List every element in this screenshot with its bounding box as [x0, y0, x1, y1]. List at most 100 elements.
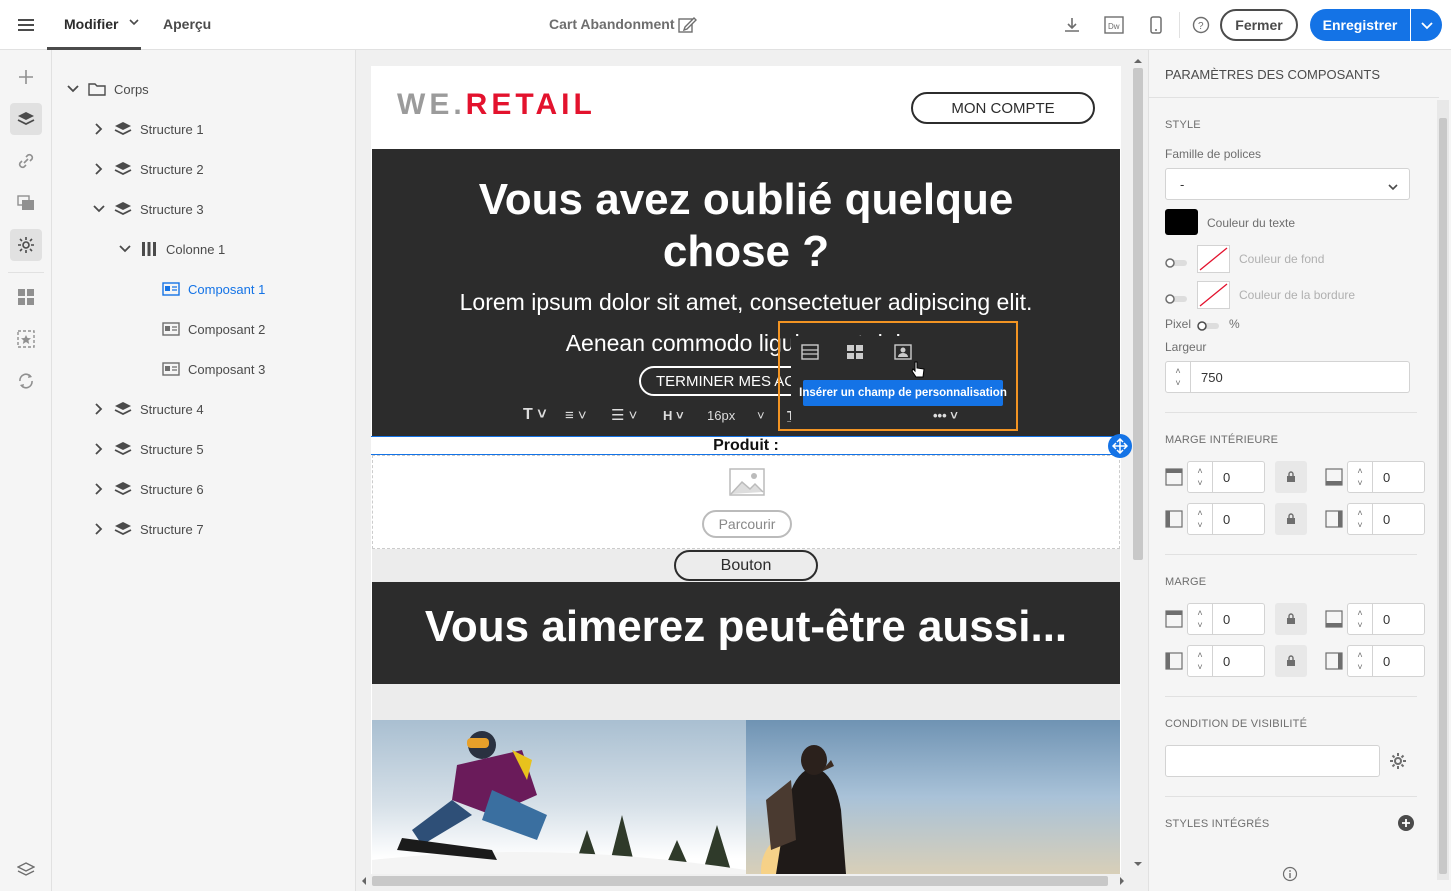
- padding-stepper[interactable]: ˄ ˅: [1347, 503, 1373, 535]
- border-color-swatch[interactable]: [1197, 281, 1230, 309]
- dreamweaver-icon[interactable]: Dw: [1101, 12, 1127, 38]
- browse-button[interactable]: Parcourir: [702, 510, 792, 538]
- lock-icon[interactable]: [1275, 603, 1307, 635]
- sync-icon[interactable]: [10, 365, 42, 397]
- image-library-icon[interactable]: [10, 187, 42, 219]
- tree-node-structure[interactable]: Structure 2: [92, 159, 204, 179]
- chevron-right-icon[interactable]: [92, 163, 106, 175]
- padding-input[interactable]: 0: [1373, 503, 1425, 535]
- settings-layers-icon[interactable]: [10, 854, 42, 886]
- close-button[interactable]: Fermer: [1220, 9, 1298, 41]
- tree-node-component[interactable]: Composant 3: [162, 359, 265, 379]
- unit-toggle[interactable]: [1197, 319, 1221, 334]
- heading-icon[interactable]: H ˅: [663, 408, 707, 423]
- layers-icon[interactable]: [10, 103, 42, 135]
- tree-node-component[interactable]: Composant 1: [162, 279, 265, 299]
- border-color-toggle[interactable]: [1165, 292, 1189, 307]
- margin-input[interactable]: 0: [1213, 603, 1265, 635]
- margin-input[interactable]: 0: [1373, 645, 1425, 677]
- tree-node-structure[interactable]: Structure 6: [92, 479, 204, 499]
- help-icon[interactable]: ?: [1188, 12, 1214, 38]
- product-label[interactable]: Produit :: [372, 437, 1120, 455]
- chevron-right-icon[interactable]: [92, 523, 106, 535]
- tree-node-structure[interactable]: Structure 7: [92, 519, 204, 539]
- component-icon: [162, 281, 180, 297]
- dynamic-content-icon[interactable]: [10, 323, 42, 355]
- account-button[interactable]: MON COMPTE: [911, 92, 1095, 124]
- edit-title-icon[interactable]: [678, 15, 698, 38]
- snowboard-image[interactable]: [372, 720, 746, 874]
- save-options-button[interactable]: [1411, 9, 1442, 41]
- chevron-right-icon[interactable]: [92, 443, 106, 455]
- download-icon[interactable]: [1059, 12, 1085, 38]
- margin-input[interactable]: 0: [1373, 603, 1425, 635]
- chevron-right-icon[interactable]: [92, 483, 106, 495]
- align-icon[interactable]: ≡ ˅: [565, 407, 611, 424]
- gear-icon[interactable]: [1389, 752, 1407, 773]
- padding-side-icon: [1325, 468, 1343, 486]
- font-family-label: Famille de polices: [1165, 147, 1262, 161]
- chevron-down-icon[interactable]: [129, 15, 139, 30]
- padding-input[interactable]: 0: [1373, 461, 1425, 493]
- tree-node-component[interactable]: Composant 2: [162, 319, 265, 339]
- width-stepper[interactable]: ˄ ˅: [1165, 361, 1191, 393]
- horizontal-scrollbar[interactable]: [358, 874, 1128, 888]
- tree-node-structure[interactable]: Structure 4: [92, 399, 204, 419]
- list-icon[interactable]: ☰ ˅: [611, 406, 663, 424]
- visibility-condition-input[interactable]: [1165, 745, 1380, 777]
- vertical-scrollbar[interactable]: [1131, 56, 1145, 876]
- chevron-down-icon[interactable]: [92, 205, 106, 213]
- section-title[interactable]: Vous aimerez peut-être aussi...: [372, 602, 1120, 652]
- tab-preview[interactable]: Aperçu: [163, 16, 211, 32]
- tree-node-structure[interactable]: Structure 1: [92, 119, 204, 139]
- chevron-down-icon[interactable]: [66, 85, 80, 93]
- menu-icon[interactable]: [13, 12, 39, 38]
- margin-input[interactable]: 0: [1213, 645, 1265, 677]
- padding-stepper[interactable]: ˄ ˅: [1187, 503, 1213, 535]
- padding-input[interactable]: 0: [1213, 461, 1265, 493]
- personalization-icon[interactable]: [10, 229, 42, 261]
- margin-stepper[interactable]: ˄ ˅: [1347, 603, 1373, 635]
- margin-stepper[interactable]: ˄ ˅: [1187, 645, 1213, 677]
- tree-node-structure[interactable]: Structure 3: [92, 199, 204, 219]
- email-button[interactable]: Bouton: [674, 550, 818, 581]
- lock-icon[interactable]: [1275, 461, 1307, 493]
- link-icon[interactable]: [10, 145, 42, 177]
- tree-node-body[interactable]: Corps: [66, 79, 149, 99]
- structure-icon: [114, 401, 132, 417]
- lock-icon[interactable]: [1275, 645, 1307, 677]
- info-icon[interactable]: [1282, 866, 1298, 885]
- tab-edit[interactable]: Modifier: [64, 16, 118, 32]
- chevron-right-icon[interactable]: [92, 403, 106, 415]
- padding-stepper[interactable]: ˄ ˅: [1347, 461, 1373, 493]
- divider: [1165, 554, 1417, 555]
- font-family-select[interactable]: -: [1165, 168, 1410, 200]
- bg-color-swatch[interactable]: [1197, 245, 1230, 273]
- chevron-down-icon[interactable]: [118, 245, 132, 253]
- top-bar: Modifier Aperçu Cart Abandonment Dw ? Fe…: [0, 0, 1451, 50]
- text-style-icon[interactable]: T ˅: [523, 406, 565, 424]
- add-icon[interactable]: [10, 61, 42, 93]
- padding-stepper[interactable]: ˄ ˅: [1187, 461, 1213, 493]
- hero-title[interactable]: Vous avez oublié quelque chose ?: [372, 174, 1120, 278]
- bg-color-toggle[interactable]: [1165, 256, 1189, 271]
- margin-stepper[interactable]: ˄ ˅: [1187, 603, 1213, 635]
- move-handle-icon[interactable]: [1108, 434, 1132, 458]
- tree-node-structure[interactable]: Structure 5: [92, 439, 204, 459]
- chevron-right-icon[interactable]: [92, 123, 106, 135]
- fragments-icon[interactable]: [10, 281, 42, 313]
- width-input[interactable]: 750: [1191, 361, 1410, 393]
- text-color-swatch[interactable]: [1165, 209, 1198, 235]
- padding-input[interactable]: 0: [1213, 503, 1265, 535]
- lock-icon[interactable]: [1275, 503, 1307, 535]
- save-button[interactable]: Enregistrer: [1310, 9, 1410, 41]
- tree-node-column[interactable]: Colonne 1: [118, 239, 225, 259]
- hiker-image[interactable]: [746, 720, 1120, 874]
- tree-node-label: Structure 5: [140, 441, 204, 457]
- add-style-icon[interactable]: [1397, 814, 1415, 835]
- panel-scrollbar[interactable]: [1437, 100, 1449, 880]
- font-size-select[interactable]: 16px: [707, 408, 757, 423]
- mobile-preview-icon[interactable]: [1143, 12, 1169, 38]
- margin-stepper[interactable]: ˄ ˅: [1347, 645, 1373, 677]
- divider: [8, 272, 44, 273]
